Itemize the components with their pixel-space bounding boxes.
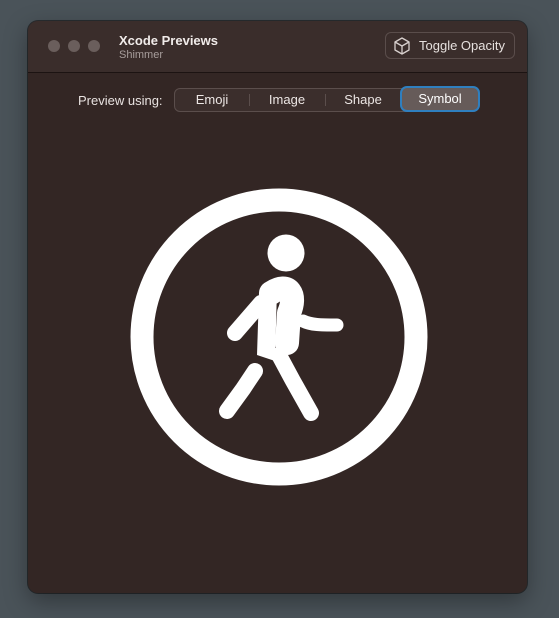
toggle-opacity-button[interactable]: Toggle Opacity bbox=[385, 32, 515, 59]
window-title: Xcode Previews bbox=[119, 33, 218, 48]
title-bar: Xcode Previews Shimmer Toggle Opacity bbox=[28, 21, 527, 73]
segment-symbol-selected[interactable]: Symbol bbox=[402, 88, 478, 110]
preview-mode-segmented-control: Emoji Image Shape Symbol bbox=[174, 88, 479, 112]
zoom-window-button[interactable] bbox=[88, 40, 100, 52]
cube-icon bbox=[394, 36, 410, 55]
window-subtitle: Shimmer bbox=[119, 49, 164, 61]
figure-walk-circle-icon bbox=[130, 188, 428, 486]
toggle-opacity-label: Toggle Opacity bbox=[419, 38, 505, 53]
segment-emoji[interactable]: Emoji bbox=[175, 89, 249, 111]
segment-shape[interactable]: Shape bbox=[325, 89, 401, 111]
close-window-button[interactable] bbox=[48, 40, 60, 52]
preview-using-label: Preview using: bbox=[78, 93, 163, 108]
symbol-preview bbox=[127, 185, 431, 489]
segment-image[interactable]: Image bbox=[249, 89, 325, 111]
minimize-window-button[interactable] bbox=[68, 40, 80, 52]
preview-window: Xcode Previews Shimmer Toggle Opacity Pr… bbox=[28, 21, 527, 593]
